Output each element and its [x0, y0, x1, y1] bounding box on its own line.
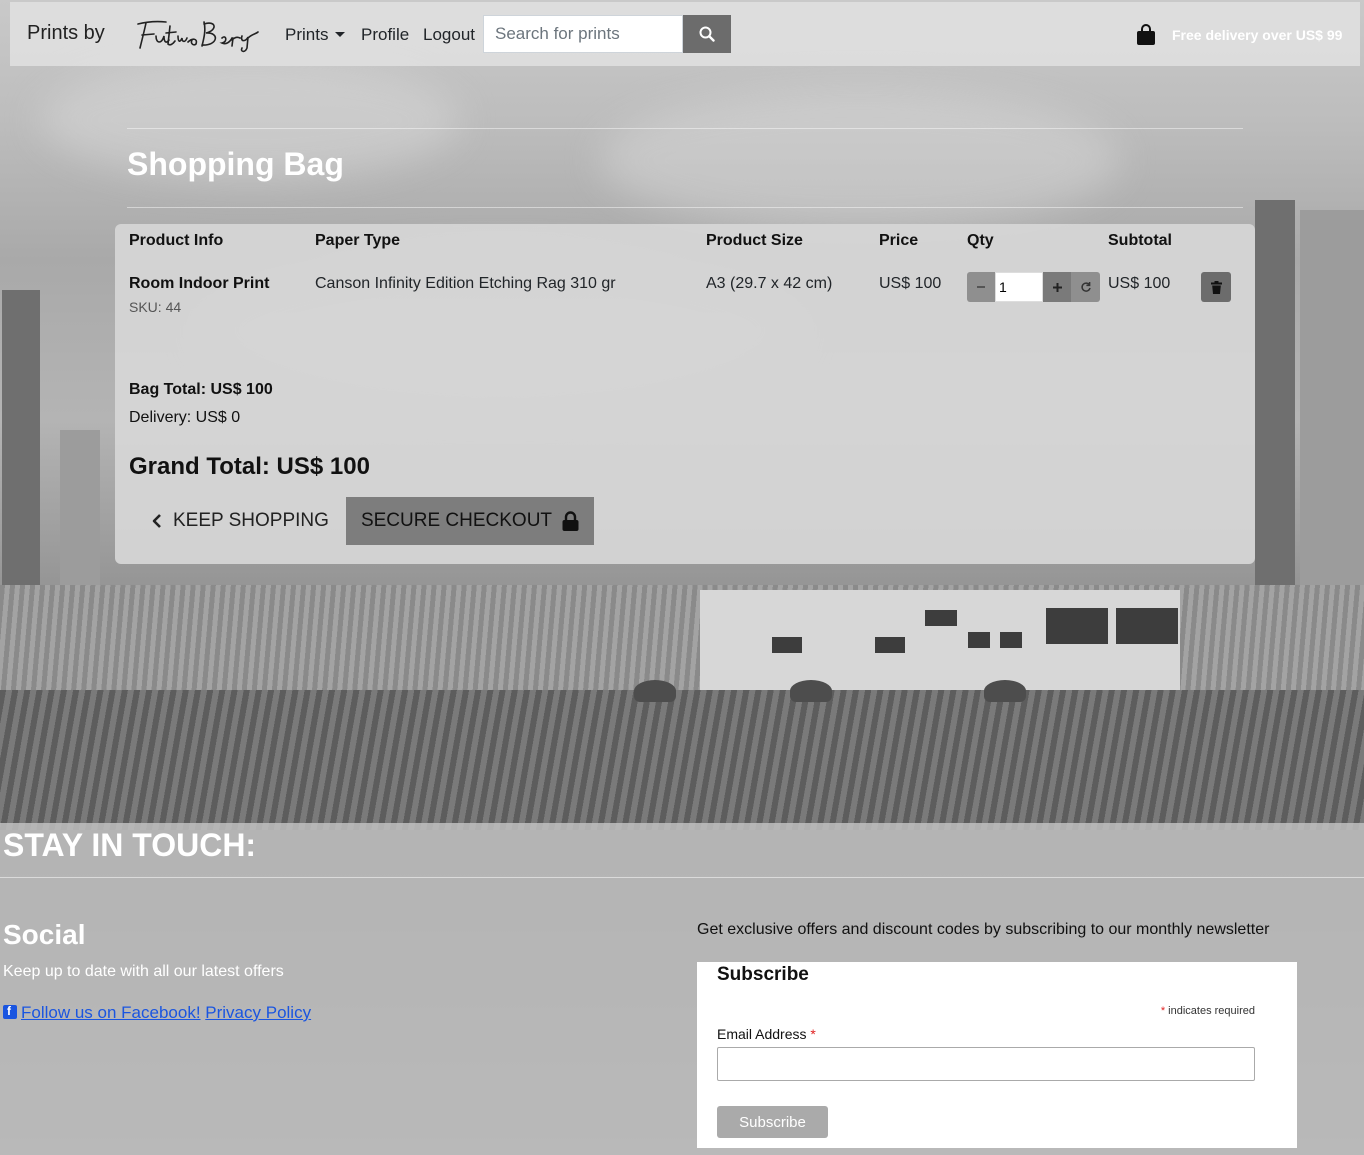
keep-shopping-button[interactable]: KEEP SHOPPING [139, 497, 341, 545]
email-label: Email Address * [717, 1026, 816, 1042]
grand-total: Grand Total: US$ 100 [129, 453, 370, 480]
required-asterisk: * [1160, 1005, 1166, 1017]
futuro-berg-logo[interactable] [132, 16, 262, 54]
product-subtotal: US$ 100 [1108, 275, 1171, 292]
bag-total: Bag Total: US$ 100 [129, 381, 273, 398]
qty-increment-button[interactable] [1043, 272, 1071, 302]
divider [127, 207, 1243, 208]
privacy-policy-link[interactable]: Privacy Policy [205, 1003, 311, 1022]
header-paper-type: Paper Type [315, 232, 401, 249]
header-price: Price [879, 232, 919, 249]
required-note: * indicates required [1161, 1005, 1255, 1017]
footer: STAY IN TOUCH: Social Keep up to date wi… [0, 823, 1364, 1155]
secure-checkout-label: SECURE CHECKOUT [360, 510, 553, 531]
nav-logout-link[interactable]: Logout [423, 25, 475, 45]
product-price: US$ 100 [879, 275, 942, 292]
nav-prints-label: Prints [285, 25, 329, 44]
plus-icon [1052, 282, 1062, 292]
product-sku: SKU: 44 [129, 299, 182, 315]
minus-icon [977, 286, 985, 288]
chevron-left-icon [152, 514, 161, 528]
facebook-link[interactable]: Follow us on Facebook! [3, 1003, 201, 1022]
header-product-size: Product Size [706, 232, 803, 249]
social-text: Keep up to date with all our latest offe… [3, 963, 284, 980]
free-delivery-banner: Free delivery over US$ 99 [1172, 27, 1343, 43]
search-button[interactable] [683, 15, 731, 53]
subscribe-button[interactable]: Subscribe [717, 1106, 828, 1138]
trash-icon [1210, 280, 1222, 294]
caret-down-icon [335, 32, 346, 37]
product-name: Room Indoor Print [129, 275, 270, 292]
facebook-link-label: Follow us on Facebook! [21, 1003, 201, 1022]
delivery-cost: Delivery: US$ 0 [129, 409, 241, 426]
product-size: A3 (29.7 x 42 cm) [706, 275, 833, 292]
divider [127, 128, 1243, 129]
keep-shopping-label: KEEP SHOPPING [173, 510, 329, 531]
qty-update-button[interactable] [1071, 272, 1100, 302]
top-navbar: Prints by Prints Profile Logout Free del… [10, 2, 1360, 66]
secure-checkout-button[interactable]: SECURE CHECKOUT [346, 497, 594, 545]
social-heading: Social [3, 919, 86, 950]
nav-prints-dropdown[interactable]: Prints [285, 25, 346, 45]
brand-text[interactable]: Prints by [27, 22, 105, 45]
header-qty: Qty [967, 232, 994, 249]
shopping-bag-icon[interactable] [1136, 24, 1156, 46]
required-asterisk: * [810, 1026, 816, 1042]
search-icon [699, 26, 715, 42]
shopping-bag-table: Product Info Paper Type Product Size Pri… [115, 224, 1255, 564]
facebook-icon [3, 1004, 17, 1019]
search-input[interactable] [483, 15, 683, 53]
subscribe-form: Subscribe * indicates required Email Add… [697, 962, 1297, 1148]
refresh-icon [1080, 282, 1091, 292]
header-product-info: Product Info [129, 232, 224, 249]
subscribe-heading: Subscribe [717, 964, 809, 985]
page-title: Shopping Bag [127, 146, 344, 182]
header-subtotal: Subtotal [1108, 232, 1172, 249]
nav-profile-link[interactable]: Profile [361, 25, 409, 45]
product-paper-type: Canson Infinity Edition Etching Rag 310 … [315, 275, 616, 292]
newsletter-text: Get exclusive offers and discount codes … [697, 921, 1270, 938]
email-label-text: Email Address [717, 1026, 807, 1042]
remove-item-button[interactable] [1201, 272, 1231, 302]
qty-input[interactable] [995, 272, 1043, 302]
email-field[interactable] [717, 1047, 1255, 1081]
footer-title: STAY IN TOUCH: [3, 827, 257, 863]
divider [0, 877, 1364, 878]
footer-links: Follow us on Facebook! Privacy Policy [3, 1003, 311, 1023]
lock-icon [562, 511, 579, 531]
qty-decrement-button[interactable] [967, 272, 995, 302]
required-note-text: indicates required [1168, 1005, 1255, 1017]
